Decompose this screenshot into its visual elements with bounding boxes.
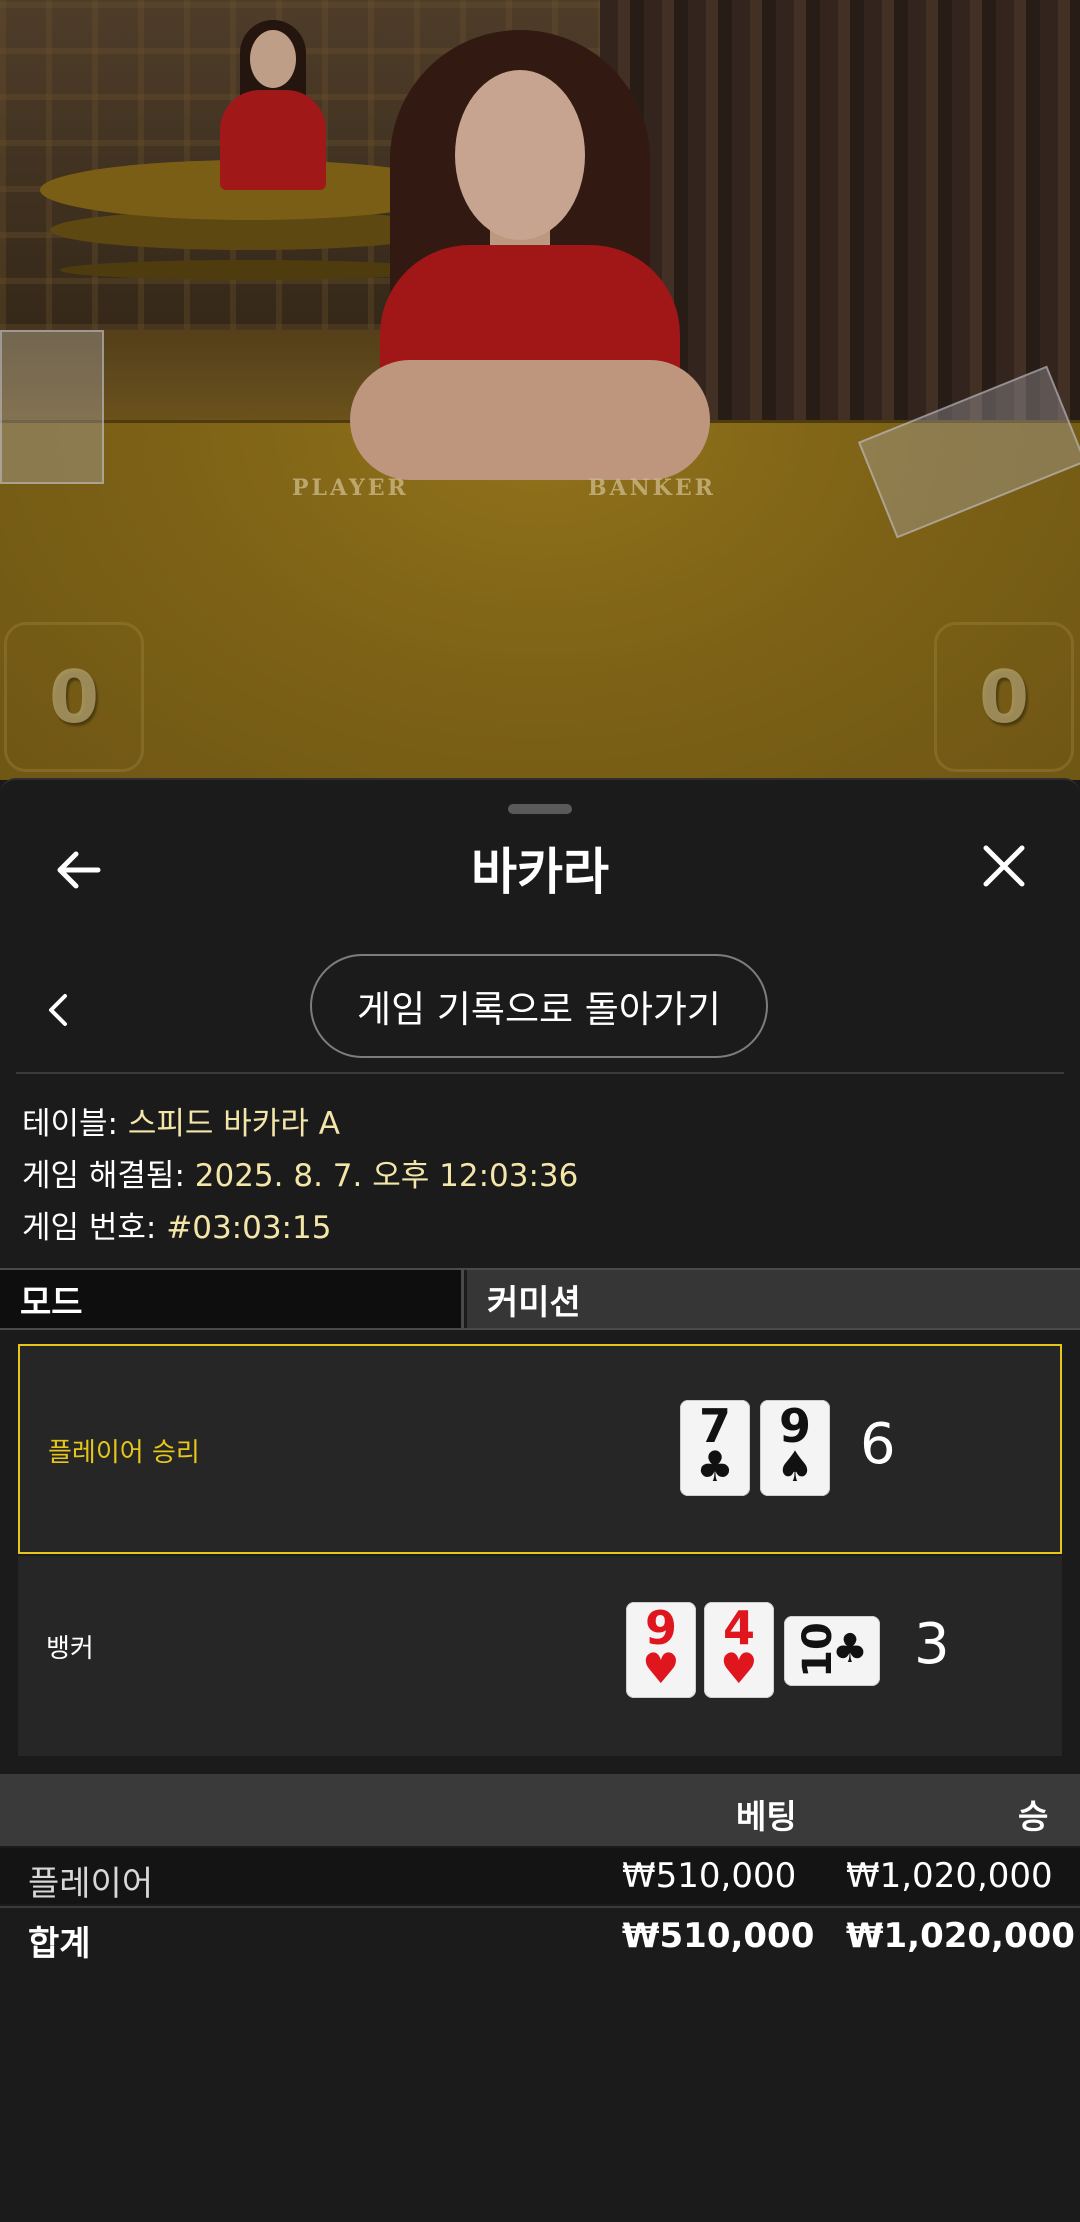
table-info-value: 스피드 바카라 A <box>127 1106 340 1142</box>
total-row-win: ₩1,020,000 <box>846 1916 1075 1956</box>
player-card-2: 9 ♠ <box>760 1400 830 1496</box>
bet-row-total: 합계 ₩510,000 ₩1,020,000 <box>0 1908 1080 1964</box>
page-title: 바카라 <box>471 843 609 901</box>
player-hand-panel: 플레이어 승리 7 ♣ 9 ♠ 6 <box>18 1344 1062 1554</box>
banker-result-label: 뱅커 <box>46 1634 94 1664</box>
win-column-header: 승 <box>1018 1797 1049 1836</box>
banker-hand-total: 3 <box>914 1612 950 1677</box>
mode-value: 커미션 <box>467 1270 1080 1328</box>
bet-row-bet: ₩510,000 <box>622 1856 797 1896</box>
bet-row-player: 플레이어 ₩510,000 ₩1,020,000 <box>0 1848 1080 1904</box>
bets-table-header: 베팅 승 <box>0 1774 1080 1846</box>
bet-column-header: 베팅 <box>736 1797 797 1836</box>
player-result-label: 플레이어 승리 <box>48 1438 200 1468</box>
banker-hand-panel: 뱅커 9 ♥ 4 ♥ 10 ♣ 3 <box>18 1556 1062 1756</box>
resolved-info-label: 게임 해결됨: <box>22 1158 185 1194</box>
return-to-history-button[interactable]: 게임 기록으로 돌아가기 <box>310 954 768 1058</box>
bet-row-win: ₩1,020,000 <box>846 1856 1053 1896</box>
table-info-label: 테이블: <box>22 1106 119 1142</box>
table-info: 테이블: 스피드 바카라 A <box>22 1098 340 1143</box>
player-card-1: 7 ♣ <box>680 1400 750 1496</box>
resolved-info: 게임 해결됨: 2025. 8. 7. 오후 12:03:36 <box>22 1150 578 1195</box>
total-row-bet: ₩510,000 <box>622 1916 815 1956</box>
game-number-info: 게임 번호: #03:03:15 <box>22 1202 331 1247</box>
divider <box>16 1072 1064 1074</box>
chevron-left-icon <box>49 994 67 1026</box>
player-hand-total: 6 <box>860 1412 896 1477</box>
previous-game-button[interactable] <box>38 985 78 1035</box>
game-number-value: #03:03:15 <box>166 1210 332 1246</box>
resolved-info-value: 2025. 8. 7. 오후 12:03:36 <box>194 1158 579 1194</box>
bet-row-name: 플레이어 <box>28 1864 154 1904</box>
sheet-drag-handle[interactable] <box>508 804 572 814</box>
total-row-name: 합계 <box>28 1924 91 1964</box>
close-icon <box>983 845 1025 887</box>
game-number-label: 게임 번호: <box>22 1210 157 1246</box>
banker-card-2: 4 ♥ <box>704 1602 774 1698</box>
banker-card-3: 10 ♣ <box>784 1616 880 1686</box>
mode-row: 모드 커미션 <box>0 1268 1080 1330</box>
close-button[interactable] <box>978 840 1030 892</box>
mode-label: 모드 <box>0 1270 464 1328</box>
banker-card-1: 9 ♥ <box>626 1602 696 1698</box>
live-video-feed: PLAYER BANKER 0 0 <box>0 0 1080 780</box>
game-detail-sheet: 바카라 게임 기록으로 돌아가기 테이블: 스피드 바카라 A 게임 해결됨: … <box>0 778 1080 2222</box>
